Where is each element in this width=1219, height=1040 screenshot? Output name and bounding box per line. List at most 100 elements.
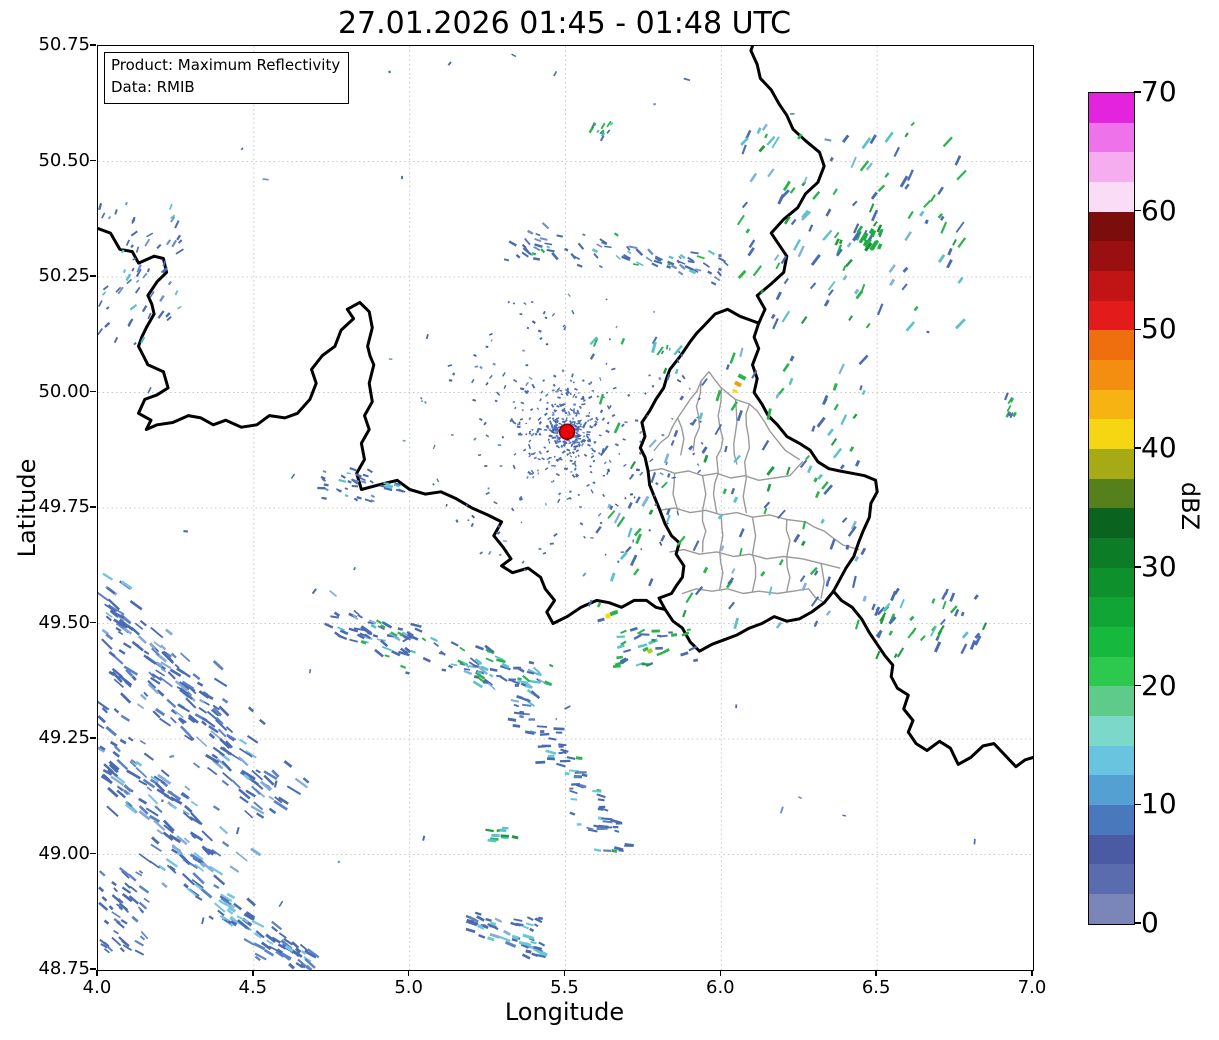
x-tick-label: 5.5 — [550, 977, 579, 998]
radar-echo — [488, 332, 493, 336]
colorbar-tick-mark — [1134, 803, 1141, 806]
radar-echo — [98, 715, 106, 724]
radar-echo — [666, 265, 672, 269]
radar-map-canvas — [98, 46, 1033, 970]
lux-canton-v6 — [751, 516, 757, 592]
radar-echo — [485, 917, 492, 923]
radar-echo — [697, 469, 702, 474]
radar-echo — [156, 243, 162, 250]
radar-echo — [786, 466, 791, 476]
radar-echo — [229, 865, 240, 873]
radar-echo — [581, 379, 585, 382]
radar-figure: 27.01.2026 01:45 - 01:48 UTC Product: Ma… — [0, 0, 1219, 1040]
radar-echo — [839, 464, 845, 470]
colorbar-cell — [1089, 567, 1134, 598]
radar-echo — [624, 844, 633, 847]
radar-echo — [196, 681, 204, 687]
radar-echo — [237, 756, 249, 767]
radar-echo — [308, 669, 312, 674]
radar-echo — [511, 507, 515, 512]
radar-echo — [933, 641, 942, 653]
radar-echo — [537, 417, 542, 421]
radar-echo — [459, 646, 466, 652]
colorbar — [1088, 92, 1135, 925]
x-tick-label: 5.0 — [394, 977, 423, 998]
radar-echo — [830, 437, 838, 446]
radar-echo — [101, 212, 106, 219]
radar-echo — [590, 454, 595, 459]
radar-echo — [600, 122, 606, 130]
radar-echo — [531, 320, 536, 325]
radar-echo — [851, 575, 857, 588]
radar-echo — [607, 826, 613, 829]
radar-echo — [183, 671, 191, 678]
radar-echo — [569, 379, 573, 382]
radar-echo — [222, 771, 234, 782]
radar-echo — [503, 384, 507, 389]
radar-echo — [637, 643, 648, 649]
radar-echo — [707, 249, 716, 256]
radar-echo — [559, 389, 563, 392]
radar-echo — [779, 806, 784, 814]
radar-echo — [516, 425, 521, 429]
radar-echo — [595, 525, 602, 534]
radar-echo — [568, 441, 572, 445]
radar-echo — [540, 390, 544, 394]
radar-echo — [113, 745, 121, 753]
radar-echo — [529, 927, 535, 933]
radar-echo — [573, 448, 577, 451]
radar-echo — [535, 760, 546, 764]
radar-echo — [591, 448, 597, 453]
radar-echo — [701, 446, 708, 454]
radar-echo — [170, 652, 177, 659]
radar-echo — [543, 412, 548, 417]
radar-echo — [700, 441, 704, 445]
radar-echo — [824, 138, 832, 142]
colorbar-cell — [1089, 360, 1134, 390]
radar-echo — [113, 887, 119, 893]
echo-cluster-mid-chain — [324, 590, 554, 707]
y-tick-mark — [90, 159, 96, 162]
radar-echo — [924, 219, 929, 225]
radar-echo — [105, 725, 118, 737]
radar-echo — [613, 232, 619, 237]
colorbar-cell — [1089, 686, 1134, 717]
radar-echo — [608, 338, 611, 341]
radar-echo — [1012, 411, 1018, 418]
radar-echo — [670, 439, 675, 446]
radar-echo — [572, 381, 575, 384]
radar-echo — [510, 698, 520, 703]
radar-echo — [134, 939, 144, 947]
radar-echo — [98, 901, 109, 911]
radar-echo — [530, 301, 534, 303]
colorbar-cell — [1089, 538, 1134, 568]
radar-echo — [1004, 392, 1009, 401]
radar-echo — [502, 929, 511, 936]
radar-echo — [107, 215, 112, 220]
radar-echo — [561, 417, 565, 421]
radar-echo — [488, 673, 494, 678]
radar-echo — [768, 586, 773, 596]
radar-echo — [536, 725, 548, 728]
radar-echo — [749, 172, 758, 183]
radar-echo — [472, 398, 477, 402]
radar-echo — [639, 471, 644, 476]
radar-echo — [834, 238, 840, 246]
radar-echo — [686, 628, 691, 631]
radar-echo — [171, 239, 178, 248]
radar-echo — [569, 408, 574, 412]
radar-echo — [498, 553, 502, 557]
radar-echo — [522, 349, 526, 352]
radar-echo — [523, 302, 527, 306]
radar-echo — [105, 306, 110, 310]
radar-echo — [690, 418, 698, 426]
radar-echo — [143, 654, 154, 663]
y-tick-label: 49.50 — [38, 611, 90, 633]
radar-echo — [596, 793, 606, 799]
radar-echo — [114, 209, 118, 215]
radar-echo — [134, 286, 141, 294]
radar-echo — [558, 492, 562, 496]
radar-echo — [192, 762, 201, 769]
radar-echo — [947, 247, 953, 256]
radar-echo — [629, 626, 638, 632]
